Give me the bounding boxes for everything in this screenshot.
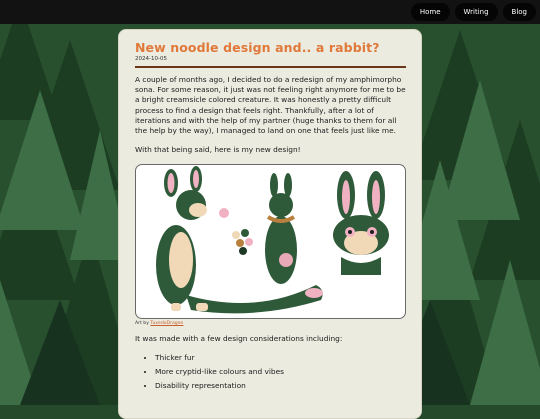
nav-home-link[interactable]: Home <box>410 3 450 21</box>
nav-writing-link[interactable]: Writing <box>454 3 498 21</box>
head-portrait <box>333 171 389 276</box>
post-date: 2024-10-05 <box>135 56 167 62</box>
character-artwork <box>156 166 389 314</box>
title-divider <box>135 66 406 68</box>
caption-prefix: Art by <box>135 321 151 327</box>
artist-link[interactable]: TuxedoDragon <box>150 321 183 326</box>
back-view-figure <box>265 173 297 285</box>
design-considerations-list: Thicker fur More cryptid-like colours an… <box>135 351 406 393</box>
list-intro: It was made with a few design considerat… <box>135 334 343 344</box>
nav-links: Home Writing Blog <box>410 3 536 21</box>
list-item: More cryptid-like colours and vibes <box>155 365 406 379</box>
image-caption: Art by TuxedoDragon <box>135 321 406 326</box>
list-item: Disability representation <box>155 379 406 393</box>
nav-blog-link[interactable]: Blog <box>502 3 536 21</box>
post-paragraph-1: A couple of months ago, I decided to do … <box>135 75 406 136</box>
list-item: Thicker fur <box>155 351 406 365</box>
top-navigation-bar: Home Writing Blog <box>0 0 540 24</box>
character-reference-image[interactable] <box>135 164 406 320</box>
color-palette <box>232 229 253 256</box>
post-paragraph-2: With that being said, here is my new des… <box>135 145 301 155</box>
post-title: New noodle design and.. a rabbit? <box>135 40 380 55</box>
blog-post-card: New noodle design and.. a rabbit? 2024-1… <box>118 29 422 419</box>
